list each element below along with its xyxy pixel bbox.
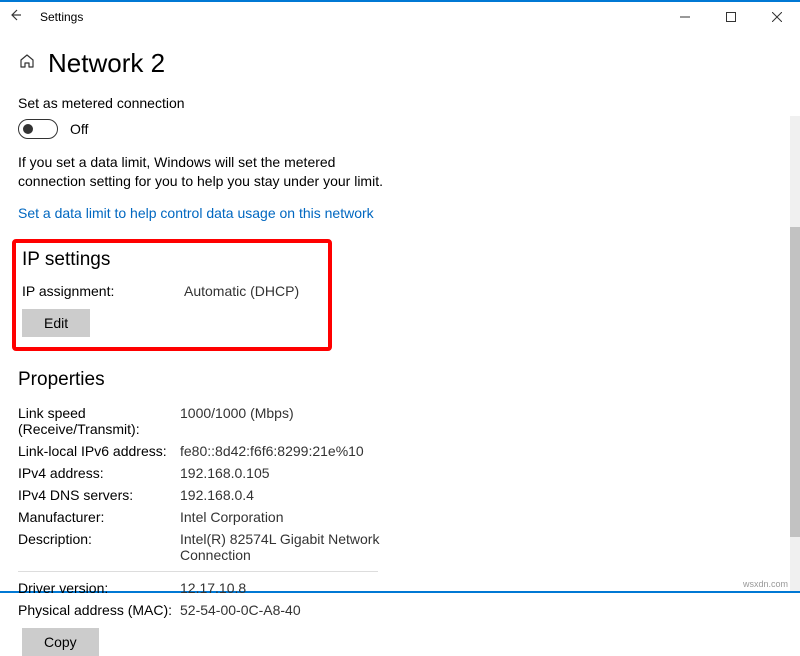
copy-button[interactable]: Copy: [22, 628, 99, 656]
metered-description: If you set a data limit, Windows will se…: [18, 153, 388, 191]
prop-label: Physical address (MAC):: [18, 602, 180, 618]
scrollbar-thumb[interactable]: [790, 227, 800, 537]
metered-toggle[interactable]: [18, 119, 58, 139]
properties-title: Properties: [18, 369, 782, 391]
back-button[interactable]: [8, 8, 22, 27]
prop-value: 12.17.10.8: [180, 580, 246, 596]
titlebar: Settings: [0, 2, 800, 32]
window-title: Settings: [40, 10, 83, 24]
ip-assignment-value: Automatic (DHCP): [184, 283, 299, 299]
prop-value: 192.168.0.4: [180, 487, 254, 503]
page-header: Network 2: [18, 48, 782, 79]
prop-value: Intel(R) 82574L Gigabit Network Connecti…: [180, 531, 380, 563]
prop-value: 1000/1000 (Mbps): [180, 405, 294, 437]
prop-label: IPv4 DNS servers:: [18, 487, 180, 503]
prop-label: Manufacturer:: [18, 509, 180, 525]
prop-label: Description:: [18, 531, 180, 563]
data-limit-link[interactable]: Set a data limit to help control data us…: [18, 205, 374, 221]
separator: [18, 571, 378, 572]
watermark: wsxdn.com: [743, 579, 788, 589]
prop-label: IPv4 address:: [18, 465, 180, 481]
minimize-button[interactable]: [662, 2, 708, 32]
prop-value: 192.168.0.105: [180, 465, 270, 481]
prop-label: Link-local IPv6 address:: [18, 443, 180, 459]
prop-value: fe80::8d42:f6f6:8299:21e%10: [180, 443, 364, 459]
prop-label: Link speed (Receive/Transmit):: [18, 405, 180, 437]
close-button[interactable]: [754, 2, 800, 32]
ip-assignment-label: IP assignment:: [22, 283, 184, 299]
prop-value: 52-54-00-0C-A8-40: [180, 602, 301, 618]
prop-label: Driver version:: [18, 580, 180, 596]
prop-value: Intel Corporation: [180, 509, 284, 525]
metered-state: Off: [70, 121, 88, 137]
page-title: Network 2: [48, 48, 165, 79]
home-icon[interactable]: [18, 52, 36, 75]
ip-settings-highlight: IP settings IP assignment: Automatic (DH…: [12, 239, 332, 351]
edit-button[interactable]: Edit: [22, 309, 90, 337]
metered-label: Set as metered connection: [18, 95, 782, 111]
maximize-button[interactable]: [708, 2, 754, 32]
ip-settings-title: IP settings: [18, 249, 318, 271]
